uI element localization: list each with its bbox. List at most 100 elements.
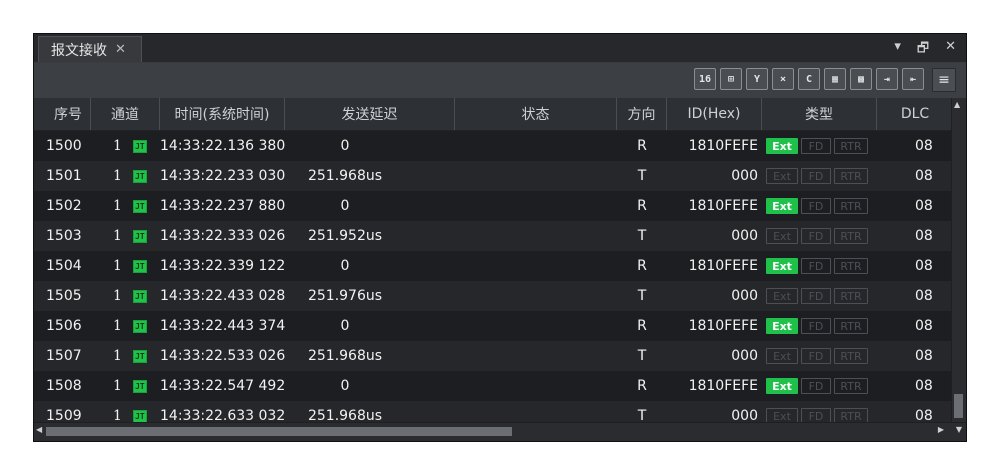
can-channel-icon: JT [132, 349, 147, 363]
cell-time: 14:33:22.547 492 [160, 378, 285, 394]
cell-direction: T [637, 168, 647, 184]
tree-view-icon[interactable]: ⊞ [720, 68, 742, 90]
export-icon[interactable]: ⇥ [876, 68, 898, 90]
cell-delay: 0 [340, 258, 350, 274]
cell-delay: 251.968us [307, 408, 383, 423]
cell-time: 14:33:22.333 026 [160, 228, 285, 244]
cell-seq: 1509 [46, 408, 82, 423]
cell-id: 000 [731, 408, 758, 423]
ext-tag: Ext [766, 258, 798, 274]
cell-dlc: 08 [915, 168, 933, 184]
cell-seq: 1501 [46, 168, 82, 184]
fd-tag: FD [801, 198, 831, 214]
cell-channel: 1 JT [91, 408, 160, 423]
clear-icon[interactable]: × [772, 68, 794, 90]
grid-icon[interactable]: ▩ [850, 68, 872, 90]
cell-dlc: 08 [915, 378, 933, 394]
cell-seq: 1507 [46, 348, 82, 364]
table-row[interactable]: 1508 1 JT 14:33:22.547 492 0 R 1810FEFE Ext FD RT… [34, 371, 954, 401]
import-icon[interactable]: ⇤ [902, 68, 924, 90]
header-col-dlc[interactable]: DLC [877, 98, 954, 130]
header-col-state[interactable]: 状态 [455, 98, 617, 130]
cell-seq: 1500 [46, 138, 82, 154]
channel-number: 1 [113, 258, 122, 274]
filter-icon[interactable]: Y [746, 68, 768, 90]
ext-tag: Ext [766, 288, 798, 304]
table-row[interactable]: 1502 1 JT 14:33:22.237 880 0 R 1810FEFE Ext FD RT… [34, 191, 954, 221]
table-row[interactable]: 1506 1 JT 14:33:22.443 374 0 R 1810FEFE Ext FD RT… [34, 311, 954, 341]
tab-close-icon[interactable]: ✕ [115, 42, 126, 57]
toolbar: 16 ⊞ Y × C ▦ ▩ ⇥ ⇤ ≡ [34, 63, 966, 98]
cell-type: Ext FD RTR [762, 228, 877, 244]
table-row[interactable]: 1509 1 JT 14:33:22.633 032 251.968us T 000 Ext F… [34, 401, 954, 423]
scroll-down-icon[interactable]: ▼ [956, 425, 962, 434]
cell-delay: 251.976us [307, 288, 383, 304]
cell-direction: R [637, 138, 647, 154]
cell-time: 14:33:22.136 380 [160, 138, 285, 154]
rtr-tag: RTR [834, 258, 868, 274]
table-row[interactable]: 1503 1 JT 14:33:22.333 026 251.952us T 000 Ext F… [34, 221, 954, 251]
cell-time: 14:33:22.233 030 [160, 168, 285, 184]
channel-number: 1 [113, 408, 122, 423]
cell-direction: T [637, 228, 647, 244]
scroll-left-icon[interactable]: ◀ [36, 425, 42, 434]
tab-message-receive[interactable]: 报文接收 ✕ [38, 36, 142, 62]
table-header: 序号 通道 时间(系统时间) 发送延迟 状态 方向 ID(Hex) 类型 DLC [34, 98, 954, 131]
scroll-up-icon[interactable]: ▲ [954, 100, 960, 109]
channel-number: 1 [113, 378, 122, 394]
cell-channel: 1 JT [91, 348, 160, 364]
vertical-scroll-thumb[interactable] [954, 394, 963, 418]
channel-number: 1 [113, 288, 122, 304]
table-row[interactable]: 1501 1 JT 14:33:22.233 030 251.968us T 000 Ext F… [34, 161, 954, 191]
cell-id: 1810FEFE [688, 138, 758, 154]
table-row[interactable]: 1500 1 JT 14:33:22.136 380 0 R 1810FEFE Ext FD RT… [34, 131, 954, 161]
cell-dlc: 08 [915, 228, 933, 244]
hex-dec-toggle-icon[interactable]: 16 [694, 68, 716, 90]
horizontal-scroll-thumb[interactable] [46, 427, 512, 436]
horizontal-scrollbar[interactable]: ◀ ▶ ▼ [34, 422, 966, 441]
cell-direction: T [637, 408, 647, 423]
cell-delay: 0 [340, 378, 350, 394]
header-col-type[interactable]: 类型 [762, 98, 877, 130]
cell-id: 000 [731, 288, 758, 304]
float-window-icon[interactable]: 🗗 [917, 39, 929, 61]
cell-direction: R [637, 318, 647, 334]
cell-channel: 1 JT [91, 228, 160, 244]
cell-id: 1810FEFE [688, 318, 758, 334]
cell-seq: 1508 [46, 378, 82, 394]
header-col-channel[interactable]: 通道 [91, 98, 160, 130]
header-col-direction[interactable]: 方向 [617, 98, 667, 130]
table-row[interactable]: 1507 1 JT 14:33:22.533 026 251.968us T 000 Ext F… [34, 341, 954, 371]
cell-type: Ext FD RTR [762, 198, 877, 214]
ext-tag: Ext [766, 198, 798, 214]
fd-tag: FD [801, 318, 831, 334]
menu-icon[interactable]: ≡ [932, 68, 956, 92]
table-row[interactable]: 1505 1 JT 14:33:22.433 028 251.976us T 000 Ext F… [34, 281, 954, 311]
rtr-tag: RTR [834, 138, 868, 154]
header-col-time[interactable]: 时间(系统时间) [160, 98, 285, 130]
can-channel-icon: JT [132, 259, 147, 273]
fd-tag: FD [801, 348, 831, 364]
cell-channel: 1 JT [91, 318, 160, 334]
cell-type: Ext FD RTR [762, 138, 877, 154]
cell-direction: T [637, 348, 647, 364]
cell-delay: 251.968us [307, 348, 383, 364]
close-window-icon[interactable]: ✕ [945, 39, 956, 61]
header-col-id[interactable]: ID(Hex) [667, 98, 762, 130]
header-col-seq[interactable]: 序号 [34, 98, 91, 130]
rtr-tag: RTR [834, 408, 868, 423]
table-body: 1500 1 JT 14:33:22.136 380 0 R 1810FEFE Ext FD RT… [34, 131, 954, 423]
cell-delay: 0 [340, 318, 350, 334]
ext-tag: Ext [766, 228, 798, 244]
dropdown-icon[interactable]: ▾ [894, 39, 901, 61]
ext-tag: Ext [766, 378, 798, 394]
refresh-icon[interactable]: C [798, 68, 820, 90]
can-channel-icon: JT [132, 409, 147, 423]
cell-delay: 0 [340, 138, 350, 154]
ext-tag: Ext [766, 168, 798, 184]
header-col-delay[interactable]: 发送延迟 [285, 98, 455, 130]
table-row[interactable]: 1504 1 JT 14:33:22.339 122 0 R 1810FEFE Ext FD RT… [34, 251, 954, 281]
format-icon[interactable]: ▦ [824, 68, 846, 90]
scroll-right-icon[interactable]: ▶ [938, 425, 944, 434]
vertical-scrollbar[interactable]: ▲ [951, 98, 966, 424]
